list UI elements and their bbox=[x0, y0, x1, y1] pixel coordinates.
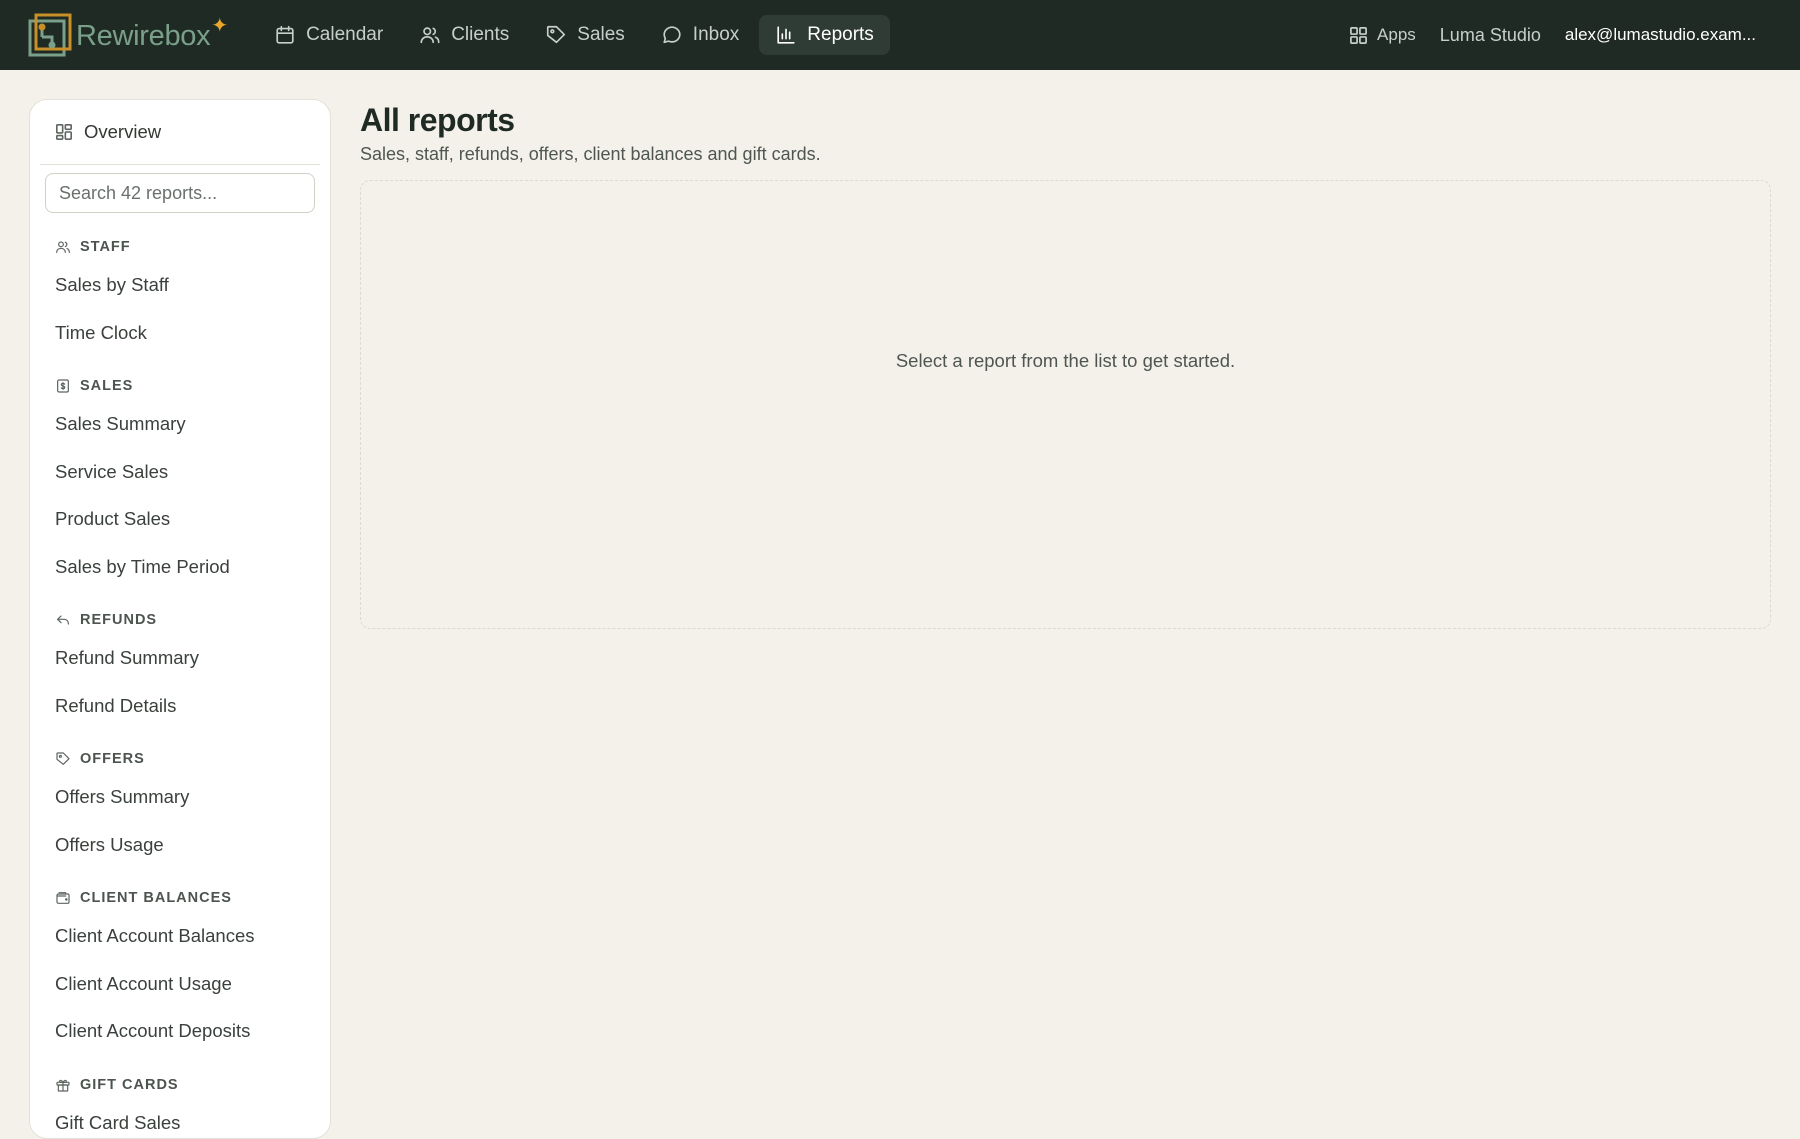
group-header-offers: OFFERS bbox=[30, 745, 330, 773]
group-staff: STAFF Sales by Staff Time Clock bbox=[30, 233, 330, 356]
tag-icon bbox=[55, 751, 71, 767]
top-right-controls: Apps Luma Studio alex@lumastudio.exam... bbox=[1349, 0, 1800, 70]
dashboard-icon bbox=[55, 123, 73, 141]
report-sales-summary[interactable]: Sales Summary bbox=[30, 400, 330, 448]
report-client-account-deposits[interactable]: Client Account Deposits bbox=[30, 1007, 330, 1055]
main-content: All reports Sales, staff, refunds, offer… bbox=[360, 99, 1771, 166]
sidebar-divider bbox=[40, 164, 320, 165]
report-refund-details[interactable]: Refund Details bbox=[30, 682, 330, 730]
report-service-sales[interactable]: Service Sales bbox=[30, 448, 330, 496]
report-client-account-usage[interactable]: Client Account Usage bbox=[30, 960, 330, 1008]
rewirebox-logo-icon bbox=[28, 13, 72, 57]
group-title: STAFF bbox=[80, 239, 131, 255]
report-time-clock[interactable]: Time Clock bbox=[30, 309, 330, 357]
group-title: OFFERS bbox=[80, 751, 145, 767]
nav-sales-label: Sales bbox=[577, 24, 625, 46]
group-refunds: REFUNDS Refund Summary Refund Details bbox=[30, 606, 330, 729]
nav-clients-label: Clients bbox=[451, 24, 509, 46]
top-navigation-bar: Rewirebox ✦ Calendar Clients Sales Inbox… bbox=[0, 0, 1800, 70]
brand-name: Rewirebox bbox=[76, 20, 210, 53]
main-nav: Calendar Clients Sales Inbox Reports bbox=[258, 0, 894, 70]
wallet-icon bbox=[55, 890, 71, 906]
group-sales: SALES Sales Summary Service Sales Produc… bbox=[30, 372, 330, 590]
receipt-icon bbox=[55, 378, 71, 394]
reports-sidebar: Overview STAFF Sales by Staff Time Clock… bbox=[29, 99, 331, 1139]
report-sales-by-staff[interactable]: Sales by Staff bbox=[30, 261, 330, 309]
gift-icon bbox=[55, 1077, 71, 1093]
nav-sales[interactable]: Sales bbox=[529, 15, 641, 55]
report-product-sales[interactable]: Product Sales bbox=[30, 495, 330, 543]
report-refund-summary[interactable]: Refund Summary bbox=[30, 634, 330, 682]
report-offers-summary[interactable]: Offers Summary bbox=[30, 773, 330, 821]
report-offers-usage[interactable]: Offers Usage bbox=[30, 821, 330, 869]
nav-calendar-label: Calendar bbox=[306, 24, 383, 46]
search-reports-input[interactable] bbox=[45, 173, 315, 213]
group-gift-cards: GIFT CARDS Gift Card Sales bbox=[30, 1071, 330, 1139]
nav-reports[interactable]: Reports bbox=[759, 15, 890, 55]
studio-switcher[interactable]: Luma Studio bbox=[1440, 25, 1541, 46]
report-empty-state: Select a report from the list to get sta… bbox=[360, 180, 1771, 629]
user-account-menu[interactable]: alex@lumastudio.exam... bbox=[1565, 25, 1756, 45]
sidebar-item-overview[interactable]: Overview bbox=[30, 100, 330, 164]
apps-button[interactable]: Apps bbox=[1349, 25, 1416, 45]
group-client-balances: CLIENT BALANCES Client Account Balances … bbox=[30, 884, 330, 1055]
group-title: GIFT CARDS bbox=[80, 1077, 179, 1093]
report-gift-card-sales[interactable]: Gift Card Sales bbox=[30, 1099, 330, 1139]
users-icon bbox=[55, 239, 71, 255]
report-groups: STAFF Sales by Staff Time Clock SALES Sa… bbox=[30, 233, 330, 1139]
group-header-sales: SALES bbox=[30, 372, 330, 400]
overview-label: Overview bbox=[84, 121, 161, 143]
users-icon bbox=[419, 24, 441, 46]
empty-state-message: Select a report from the list to get sta… bbox=[896, 350, 1235, 372]
group-header-gift-cards: GIFT CARDS bbox=[30, 1071, 330, 1099]
group-title: REFUNDS bbox=[80, 612, 157, 628]
report-client-account-balances[interactable]: Client Account Balances bbox=[30, 912, 330, 960]
nav-reports-label: Reports bbox=[807, 24, 874, 46]
nav-inbox-label: Inbox bbox=[693, 24, 739, 46]
group-header-staff: STAFF bbox=[30, 233, 330, 261]
group-title: SALES bbox=[80, 378, 133, 394]
group-header-refunds: REFUNDS bbox=[30, 606, 330, 634]
group-title: CLIENT BALANCES bbox=[80, 890, 232, 906]
nav-calendar[interactable]: Calendar bbox=[258, 15, 399, 55]
nav-inbox[interactable]: Inbox bbox=[645, 15, 755, 55]
page-subtitle: Sales, staff, refunds, offers, client ba… bbox=[360, 142, 1771, 166]
sparkle-icon: ✦ bbox=[211, 13, 228, 38]
chat-icon bbox=[661, 24, 683, 46]
bar-chart-icon bbox=[775, 24, 797, 46]
group-header-client-balances: CLIENT BALANCES bbox=[30, 884, 330, 912]
group-offers: OFFERS Offers Summary Offers Usage bbox=[30, 745, 330, 868]
nav-clients[interactable]: Clients bbox=[403, 15, 525, 55]
tag-icon bbox=[545, 24, 567, 46]
report-sales-by-time-period[interactable]: Sales by Time Period bbox=[30, 543, 330, 591]
apps-label: Apps bbox=[1377, 25, 1416, 45]
page-title: All reports bbox=[360, 99, 1771, 141]
grid-icon bbox=[1349, 26, 1368, 45]
undo-icon bbox=[55, 612, 71, 628]
calendar-icon bbox=[274, 24, 296, 46]
brand-logo-link[interactable]: Rewirebox ✦ bbox=[28, 0, 228, 70]
